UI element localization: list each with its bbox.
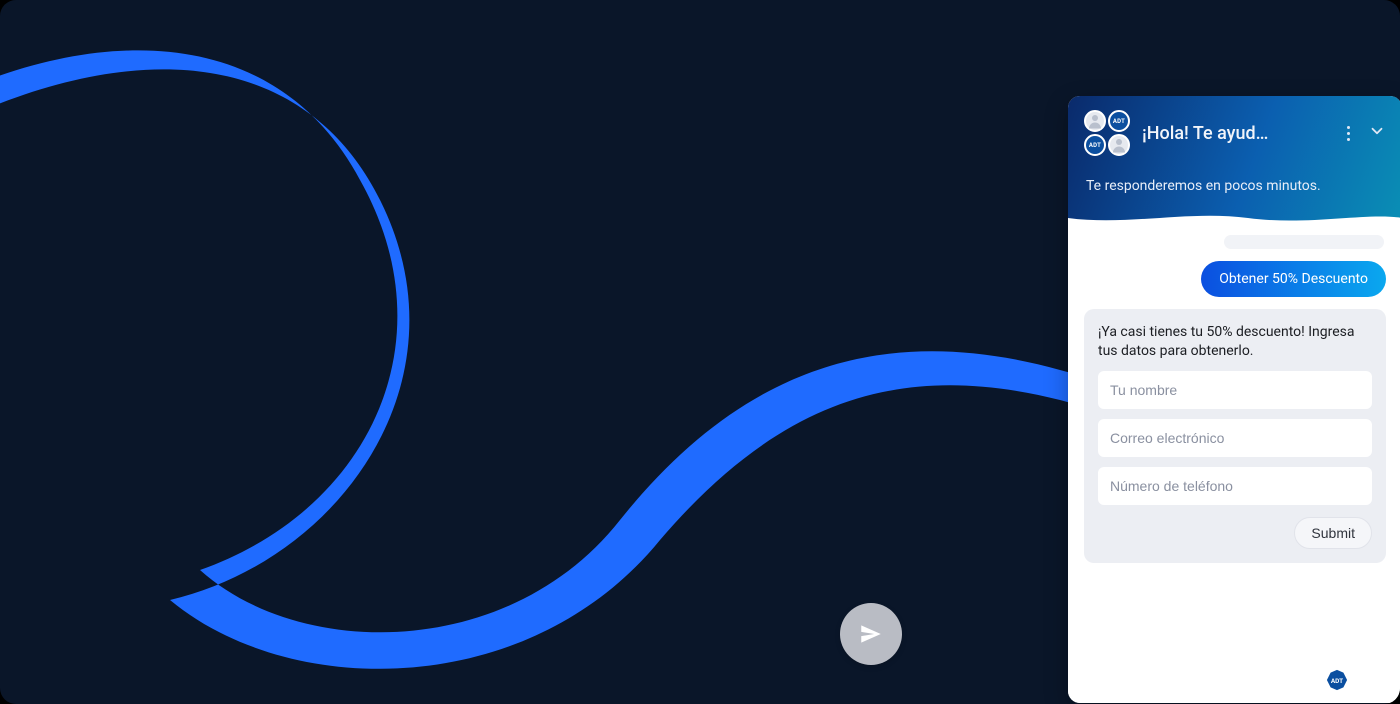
chat-body: Obtener 50% Descuento ¡Ya casi tienes tu…: [1068, 225, 1400, 703]
more-options-icon[interactable]: [1343, 122, 1354, 145]
avatar-brand-1: ADT: [1108, 110, 1130, 132]
svg-text:ADT: ADT: [1331, 677, 1343, 685]
header-actions: [1343, 122, 1386, 145]
avatar-generic-1: [1084, 110, 1106, 132]
chat-subheader: Te responderemos en pocos minutos.: [1084, 178, 1386, 212]
header-wave: [1068, 212, 1400, 226]
phone-field[interactable]: [1098, 467, 1372, 505]
submit-button[interactable]: Submit: [1294, 517, 1372, 549]
send-button[interactable]: [840, 603, 902, 665]
form-message: ¡Ya casi tienes tu 50% descuento! Ingres…: [1098, 323, 1372, 361]
previous-message-stub: [1224, 235, 1384, 249]
chat-header: ADT ADT ¡Hola! Te ayud… Te respon: [1068, 96, 1400, 225]
quick-reply-pill[interactable]: Obtener 50% Descuento: [1201, 261, 1386, 297]
brand-badge-icon[interactable]: ADT: [1326, 669, 1348, 691]
name-field[interactable]: [1098, 371, 1372, 409]
avatar-generic-2: [1108, 134, 1130, 156]
chat-window: ADT ADT ¡Hola! Te ayud… Te respon: [1068, 96, 1400, 703]
lead-form-card: ¡Ya casi tienes tu 50% descuento! Ingres…: [1084, 309, 1386, 563]
stage: ADT ADT ¡Hola! Te ayud… Te respon: [0, 0, 1400, 704]
email-field[interactable]: [1098, 419, 1372, 457]
avatar-cluster: ADT ADT: [1084, 110, 1130, 156]
send-icon: [858, 621, 884, 647]
avatar-brand-2: ADT: [1084, 134, 1106, 156]
header-top: ADT ADT ¡Hola! Te ayud…: [1084, 110, 1386, 178]
minimize-chevron-icon[interactable]: [1368, 122, 1386, 144]
chat-title: ¡Hola! Te ayud…: [1142, 123, 1331, 144]
